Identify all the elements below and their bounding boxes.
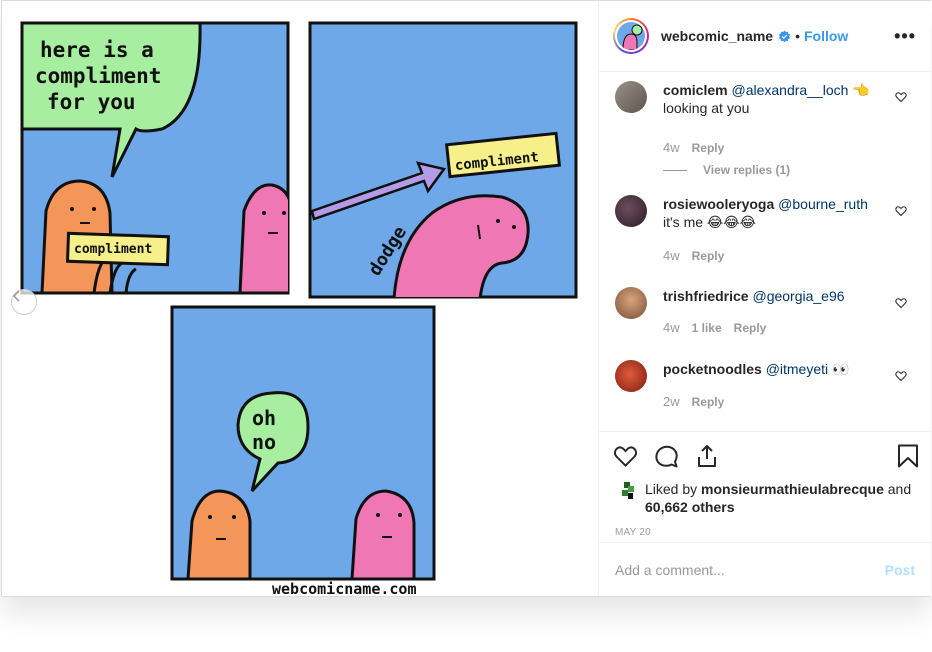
comment-mention[interactable]: @alexandra__loch (731, 82, 848, 98)
comment-text: trishfriedrice @georgia_e96 (663, 287, 887, 305)
previous-image-button[interactable] (11, 289, 37, 315)
reply-button[interactable]: Reply (692, 395, 725, 409)
comment-meta: 2w Reply (663, 394, 736, 409)
like-comment-heart-icon[interactable] (895, 91, 907, 103)
like-comment-heart-icon[interactable] (895, 297, 907, 309)
comments-list[interactable]: comiclem @alexandra__loch 👈 looking at y… (599, 73, 931, 431)
view-replies-button[interactable]: View replies (1) (663, 163, 790, 177)
post-header: webcomic_name • Follow ••• (599, 1, 931, 72)
blob-avatar-icon (622, 24, 643, 50)
panel1-bubble-line-3: for you (47, 90, 136, 114)
comic-panel-1: here is a compliment for you compliment (20, 21, 290, 295)
commenter-avatar[interactable] (615, 360, 647, 392)
post-actions-section: Liked by monsieurmathieulabrecque and 60… (599, 431, 931, 538)
post-comment-button[interactable]: Post (885, 562, 915, 578)
like-comment-heart-icon[interactable] (895, 205, 907, 217)
author-avatar[interactable] (613, 18, 649, 54)
comment-username[interactable]: pocketnoodles (663, 361, 762, 377)
post-date[interactable]: MAY 20 (599, 516, 931, 538)
author-username[interactable]: webcomic_name (661, 28, 773, 44)
chevron-left-icon (12, 290, 20, 302)
save-button[interactable] (897, 444, 919, 468)
comment-body: it's me 😂😂😂 (663, 214, 756, 230)
panel1-card-text: compliment (74, 242, 152, 257)
comment-time[interactable]: 4w (663, 140, 680, 155)
comment-bubble-icon (655, 445, 678, 468)
likes-text: Liked by monsieurmathieulabrecque and 60… (645, 480, 911, 516)
comment-emoji: 👈 (852, 82, 870, 98)
more-options-icon[interactable]: ••• (894, 26, 916, 47)
likes-prefix: Liked by (645, 481, 698, 497)
reply-button[interactable]: Reply (692, 249, 725, 263)
comment-item: pocketnoodles @itmeyeti 👀 2w Reply (615, 360, 915, 420)
comment-username[interactable]: trishfriedrice (663, 288, 749, 304)
comment-likes-count[interactable]: 1 like (692, 321, 722, 335)
likes-summary: Liked by monsieurmathieulabrecque and 60… (599, 480, 931, 516)
comment-body: looking at you (663, 100, 750, 116)
commenter-avatar[interactable] (615, 287, 647, 319)
bookmark-icon (898, 444, 918, 468)
comment-item: rosiewooleryoga @bourne_ruth it's me 😂😂😂… (615, 195, 915, 275)
comment-item: comiclem @alexandra__loch 👈 looking at y… (615, 81, 915, 191)
panel3-bubble-line-2: no (252, 430, 276, 454)
liker-username[interactable]: monsieurmathieulabrecque (701, 481, 884, 497)
comic-credit: webcomicname.com (272, 580, 417, 596)
comment-time[interactable]: 4w (663, 248, 680, 263)
post-media[interactable]: here is a compliment for you compliment … (2, 1, 598, 596)
comment-username[interactable]: comiclem (663, 82, 728, 98)
comment-input[interactable] (615, 561, 885, 578)
comment-text: pocketnoodles @itmeyeti 👀 (663, 360, 887, 378)
comment-text: rosiewooleryoga @bourne_ruth it's me 😂😂😂 (663, 195, 887, 231)
comment-meta: 4w 1 like Reply (663, 320, 778, 335)
comic-image: here is a compliment for you compliment … (20, 21, 578, 596)
likes-conj: and (887, 481, 912, 497)
header-separator: • (795, 28, 800, 44)
liker-avatar-icon[interactable] (619, 480, 639, 500)
share-button[interactable] (695, 444, 719, 468)
heart-icon (613, 446, 638, 467)
comment-mention[interactable]: @bourne_ruth (778, 196, 868, 212)
comment-item: trishfriedrice @georgia_e96 4w 1 like Re… (615, 287, 915, 347)
comic-panel-2: compliment dodge (308, 21, 578, 299)
reply-button[interactable]: Reply (692, 141, 725, 155)
post-side-panel: webcomic_name • Follow ••• comiclem @ale… (598, 1, 931, 596)
view-replies-line (663, 169, 687, 171)
comment-mention[interactable]: @itmeyeti (766, 361, 828, 377)
verified-badge-icon (779, 30, 791, 42)
comment-time[interactable]: 2w (663, 394, 680, 409)
comment-mention[interactable]: @georgia_e96 (752, 288, 844, 304)
panel1-bubble-line-1: here is a (40, 38, 154, 62)
post-dialog: here is a compliment for you compliment … (1, 0, 931, 597)
add-comment-form: Post (599, 542, 931, 596)
panel3-bubble-line-1: oh (252, 406, 276, 430)
like-button[interactable] (613, 444, 638, 468)
follow-button[interactable]: Follow (804, 28, 848, 44)
comment-username[interactable]: rosiewooleryoga (663, 196, 774, 212)
commenter-avatar[interactable] (615, 81, 647, 113)
comment-emoji: 👀 (832, 361, 850, 377)
view-replies-label: View replies (1) (703, 163, 791, 177)
panel1-bubble-line-2: compliment (35, 64, 161, 88)
comment-time[interactable]: 4w (663, 320, 680, 335)
like-comment-heart-icon[interactable] (895, 370, 907, 382)
action-bar (599, 432, 931, 480)
comment-button[interactable] (654, 444, 679, 468)
commenter-avatar[interactable] (615, 195, 647, 227)
comment-text: comiclem @alexandra__loch 👈 looking at y… (663, 81, 887, 117)
share-icon (698, 445, 716, 467)
comic-panel-3: oh no (170, 305, 436, 581)
reply-button[interactable]: Reply (734, 321, 767, 335)
likes-others-count[interactable]: 60,662 others (645, 499, 735, 515)
comment-meta: 4w Reply (663, 140, 736, 155)
comment-meta: 4w Reply (663, 248, 736, 263)
